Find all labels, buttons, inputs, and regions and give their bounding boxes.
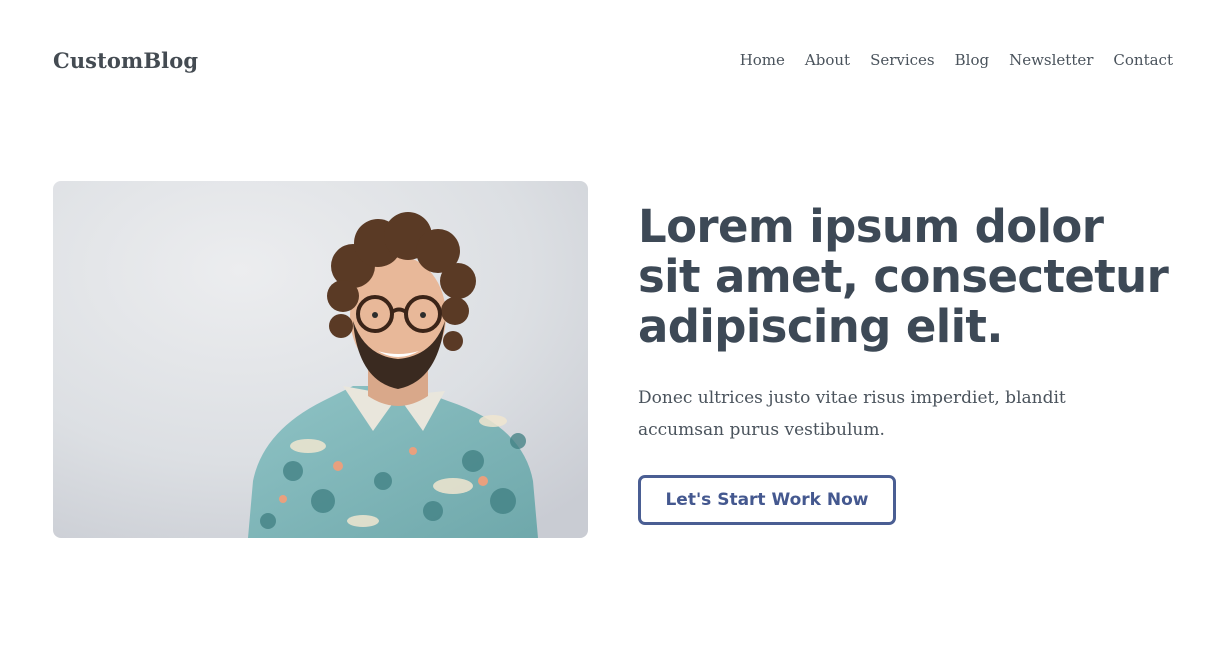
- site-logo[interactable]: CustomBlog: [53, 48, 198, 73]
- hero-headline: Lorem ipsum dolor sit amet, consectetur …: [638, 202, 1198, 352]
- hero-headline-line: Lorem ipsum dolor: [638, 200, 1104, 253]
- nav-link-newsletter[interactable]: Newsletter: [1009, 51, 1093, 69]
- nav-link-blog[interactable]: Blog: [955, 51, 989, 69]
- nav-link-about[interactable]: About: [805, 51, 850, 69]
- nav-link-contact[interactable]: Contact: [1113, 51, 1173, 69]
- hero-subtext-line: Donec ultrices justo vitae risus imperdi…: [638, 388, 1066, 408]
- hero-subtext-line: accumsan purus vestibulum.: [638, 420, 885, 440]
- hero-headline-line: sit amet, consectetur: [638, 250, 1169, 303]
- site-header: CustomBlog Home About Services Blog News…: [53, 46, 1173, 80]
- hero-headline-line: adipiscing elit.: [638, 300, 1003, 353]
- nav-link-home[interactable]: Home: [740, 51, 785, 69]
- main-nav: Home About Services Blog Newsletter Cont…: [740, 51, 1173, 69]
- hero-subtext: Donec ultrices justo vitae risus imperdi…: [638, 382, 1118, 446]
- nav-link-services[interactable]: Services: [870, 51, 935, 69]
- hero-portrait-photo: [53, 181, 588, 538]
- start-work-button[interactable]: Let's Start Work Now: [638, 475, 896, 525]
- hero-text-block: Lorem ipsum dolor sit amet, consectetur …: [638, 202, 1198, 525]
